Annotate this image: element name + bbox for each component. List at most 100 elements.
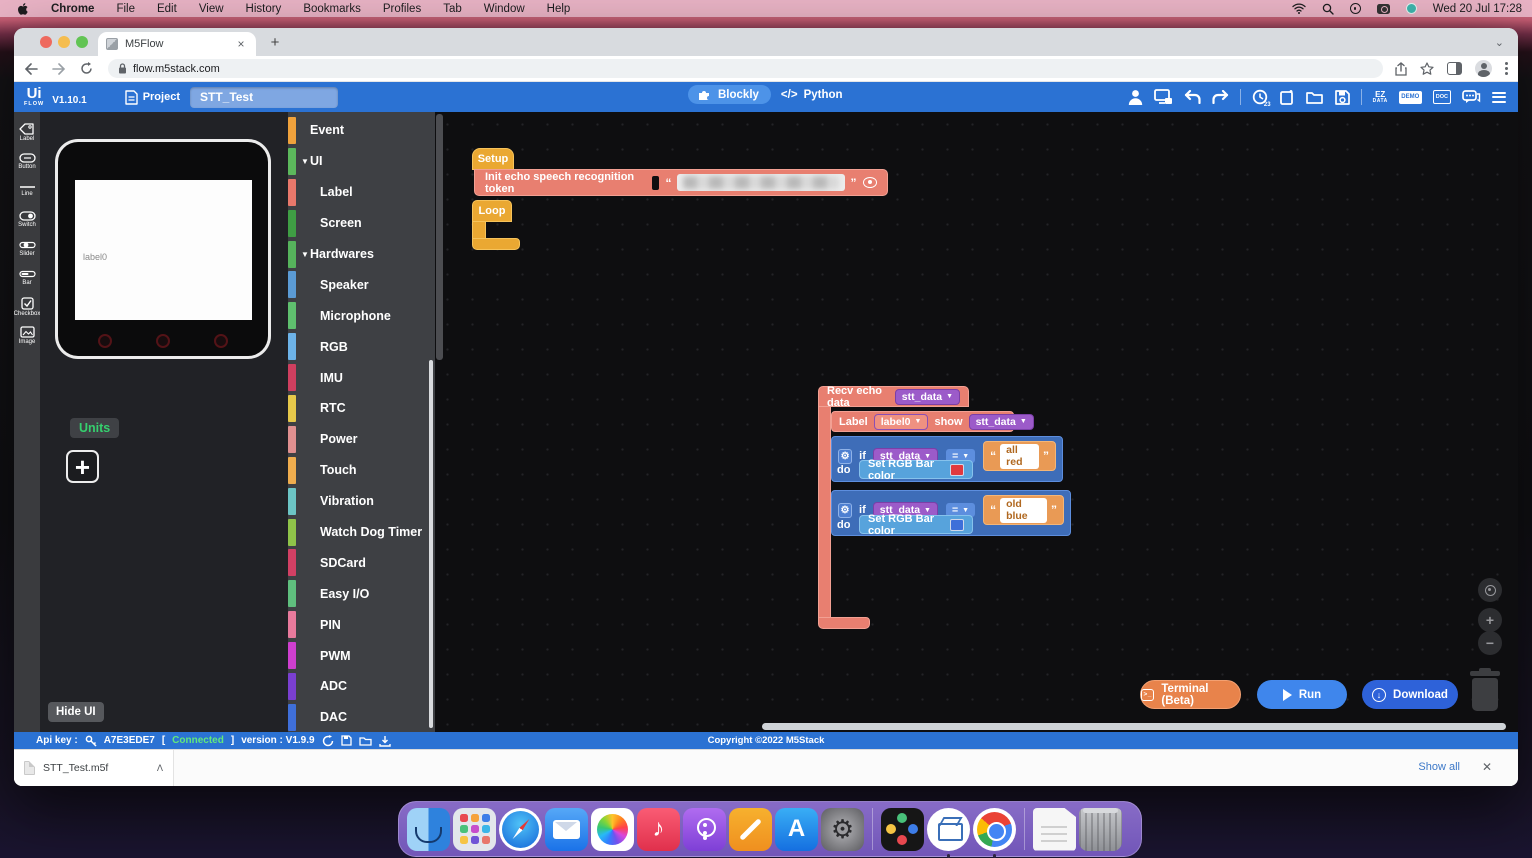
share-icon[interactable]	[1395, 62, 1407, 76]
category-power[interactable]: Power	[288, 424, 435, 455]
menubar-bookmarks[interactable]: Bookmarks	[303, 3, 361, 15]
menubar-help[interactable]: Help	[547, 3, 571, 15]
api-key-value[interactable]: A7E3EDE7	[104, 735, 155, 746]
hide-ui-button[interactable]: Hide UI	[48, 702, 104, 722]
recv-block-spine[interactable]	[818, 407, 831, 623]
eye-icon[interactable]	[863, 177, 877, 188]
category-easyio[interactable]: Easy I/O	[288, 578, 435, 609]
browser-menu-icon[interactable]	[1505, 62, 1508, 75]
downloaded-file-chip[interactable]: STT_Test.m5f ᐱ	[14, 750, 174, 786]
window-close-button[interactable]	[40, 36, 52, 48]
history-clock-icon[interactable]: 23	[1252, 89, 1269, 106]
menubar-view[interactable]: View	[199, 3, 224, 15]
if2-string-block[interactable]: “ old blue ”	[983, 495, 1064, 525]
window-minimize-button[interactable]	[58, 36, 70, 48]
dock-finder-icon[interactable]	[407, 808, 450, 851]
tool-switch[interactable]: Switch	[14, 205, 40, 234]
dock-m5burner-icon[interactable]	[881, 808, 924, 851]
menubar-edit[interactable]: Edit	[157, 3, 177, 15]
loop-block-spine[interactable]	[472, 222, 486, 238]
dock-m5stack-icon[interactable]	[927, 808, 970, 851]
tool-line[interactable]: Line	[14, 176, 40, 205]
save-status-icon[interactable]	[341, 735, 352, 746]
recv-echo-data-block[interactable]: Recv echo data stt_data▼	[818, 386, 969, 407]
category-vibration[interactable]: Vibration	[288, 486, 435, 517]
device-button-b[interactable]	[156, 334, 170, 348]
new-file-icon[interactable]	[1280, 89, 1295, 105]
python-mode-button[interactable]: </> Python	[771, 86, 853, 104]
project-name-input[interactable]	[190, 87, 338, 108]
blockly-canvas[interactable]: Setup Init echo speech recognition token…	[435, 112, 1518, 732]
tab-search-icon[interactable]: ⌄	[1495, 36, 1504, 49]
dock-safari-icon[interactable]	[499, 808, 542, 851]
spotlight-search-icon[interactable]	[1322, 3, 1334, 15]
undo-icon[interactable]	[1184, 90, 1201, 104]
back-button[interactable]	[24, 63, 40, 75]
device-screen[interactable]: label0	[75, 180, 252, 320]
open-folder-icon[interactable]	[1306, 90, 1324, 104]
dock-system-settings-icon[interactable]: ⚙	[821, 808, 864, 851]
menubar-window[interactable]: Window	[484, 3, 525, 15]
category-pwm[interactable]: PWM	[288, 640, 435, 671]
download-status-icon[interactable]	[379, 735, 391, 747]
zoom-out-button[interactable]: −	[1478, 631, 1502, 655]
demo-icon[interactable]: DEMO	[1399, 91, 1422, 104]
dock-pen-app-icon[interactable]	[729, 808, 772, 851]
refresh-icon[interactable]	[322, 735, 334, 747]
device-button-c[interactable]	[214, 334, 228, 348]
chat-icon[interactable]	[1462, 90, 1481, 105]
category-scrollbar[interactable]	[429, 360, 433, 728]
dock-app-store-icon[interactable]: A	[775, 808, 818, 851]
dock-photos-icon[interactable]	[591, 808, 634, 851]
category-label[interactable]: Label	[288, 177, 435, 208]
menubar-tab[interactable]: Tab	[443, 3, 462, 15]
set-rgb-bar-color-block-red[interactable]: Set RGB Bar color	[859, 460, 973, 479]
set-rgb-bar-color-block-blue[interactable]: Set RGB Bar color	[859, 515, 973, 534]
label-target-dropdown[interactable]: label0▼	[874, 414, 929, 430]
tool-label[interactable]: Label	[14, 118, 40, 147]
category-pin[interactable]: PIN	[288, 609, 435, 640]
category-event[interactable]: Event	[288, 115, 435, 146]
loop-block-foot[interactable]	[472, 238, 520, 250]
category-rgb[interactable]: RGB	[288, 331, 435, 362]
category-adc[interactable]: ADC	[288, 671, 435, 702]
dock-trash-icon[interactable]	[1079, 808, 1122, 851]
color-swatch-blue[interactable]	[950, 519, 964, 531]
hamburger-menu-icon[interactable]	[1492, 92, 1506, 103]
tool-button[interactable]: Button	[14, 147, 40, 176]
menubar-app-name[interactable]: Chrome	[51, 3, 94, 15]
dock-mail-icon[interactable]	[545, 808, 588, 851]
download-button[interactable]: ↓ Download	[1362, 680, 1458, 709]
category-ui[interactable]: ▼UI	[288, 146, 435, 177]
folder-status-icon[interactable]	[359, 736, 372, 746]
label-show-block[interactable]: Label label0▼ show stt_data▼	[831, 411, 1014, 432]
reload-button[interactable]	[80, 62, 96, 75]
save-icon[interactable]	[1335, 90, 1350, 105]
user-icon[interactable]	[1128, 89, 1143, 105]
trash-can-icon[interactable]	[1468, 668, 1502, 712]
wifi-icon[interactable]	[1292, 3, 1306, 14]
show-all-downloads-link[interactable]: Show all	[1418, 761, 1460, 773]
category-sdcard[interactable]: SDCard	[288, 547, 435, 578]
terminal-beta-button[interactable]: >_ Terminal (Beta)	[1140, 680, 1241, 709]
tool-image[interactable]: Image	[14, 321, 40, 350]
mutator-gear-icon[interactable]: ⚙	[838, 503, 852, 518]
label-var-dropdown[interactable]: stt_data▼	[969, 414, 1034, 430]
dock-music-icon[interactable]: ♪	[637, 808, 680, 851]
canvas-vertical-scrollbar[interactable]	[436, 114, 443, 360]
user-switcher-icon[interactable]	[1406, 3, 1417, 14]
category-speaker[interactable]: Speaker	[288, 269, 435, 300]
if1-string-block[interactable]: “ all red ”	[983, 441, 1056, 471]
category-touch[interactable]: Touch	[288, 455, 435, 486]
bookmark-star-icon[interactable]	[1420, 62, 1434, 75]
device-connect-icon[interactable]	[1154, 89, 1173, 105]
device-button-a[interactable]	[98, 334, 112, 348]
add-unit-button[interactable]: +	[66, 450, 99, 483]
menubar-profiles[interactable]: Profiles	[383, 3, 421, 15]
downloads-bar-close-icon[interactable]: ✕	[1482, 760, 1492, 774]
new-tab-button[interactable]: +	[266, 35, 284, 53]
dock-launchpad-icon[interactable]	[453, 808, 496, 851]
screen-label0[interactable]: label0	[83, 252, 107, 262]
blockly-mode-button[interactable]: Blockly	[688, 85, 771, 104]
menubar-file[interactable]: File	[116, 3, 135, 15]
